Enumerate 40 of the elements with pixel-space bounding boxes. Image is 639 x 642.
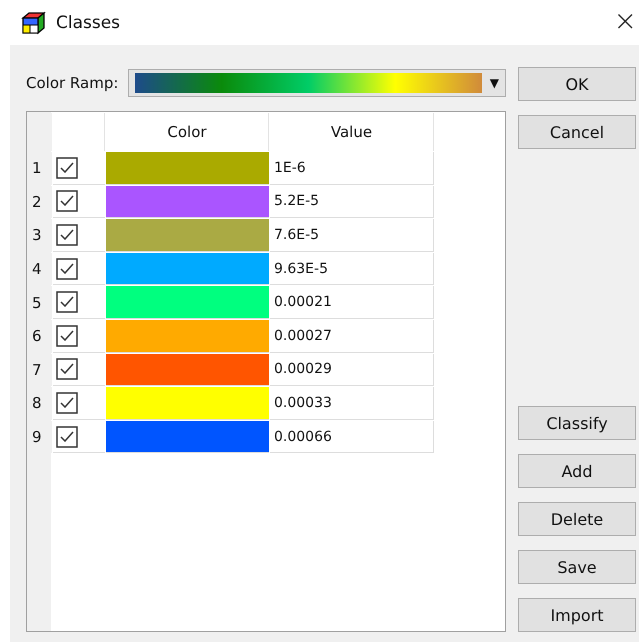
value-cell[interactable]: 5.2E-5 [270,186,434,218]
checkbox[interactable] [56,426,78,448]
window-title: Classes [56,12,120,32]
dialog-button[interactable]: Import [518,598,636,632]
checkbox[interactable] [56,392,78,414]
color-swatch[interactable] [106,186,269,218]
value-cell[interactable]: 0.00033 [270,387,434,420]
dialog-button[interactable]: Delete [518,502,636,536]
dialog-button[interactable]: OK [518,67,636,101]
color-ramp-label: Color Ramp: [26,74,118,92]
close-button[interactable]: × [614,4,639,41]
dialog-button[interactable]: Save [518,550,636,584]
color-ramp-dropdown[interactable]: ▼ [128,69,506,97]
color-swatch[interactable] [106,219,269,252]
checkbox[interactable] [56,156,78,179]
cube-icon [20,10,46,36]
value-cell[interactable]: 9.63E-5 [270,252,434,286]
checkbox[interactable] [56,324,78,347]
color-swatch[interactable] [106,387,269,420]
checkbox[interactable] [56,258,78,280]
value-cell[interactable]: 0.00021 [270,286,434,319]
dropdown-arrow: ▼ [490,76,499,90]
value-cell[interactable]: 0.00027 [270,320,434,353]
checkbox[interactable] [56,358,78,380]
checkbox[interactable] [56,291,78,314]
color-swatch[interactable] [106,286,269,319]
color-swatch[interactable] [106,252,269,286]
color-swatch[interactable] [106,152,269,185]
dialog-button[interactable]: Cancel [518,115,636,149]
color-swatch[interactable] [106,320,269,353]
value-cell[interactable]: 0.00029 [270,354,434,386]
dialog-button[interactable]: Classify [518,406,636,440]
dialog-button[interactable]: Add [518,454,636,488]
checkbox[interactable] [56,224,78,246]
color-swatch[interactable] [106,420,269,454]
checkbox[interactable] [56,190,78,212]
color-swatch[interactable] [106,354,269,386]
value-cell[interactable]: 0.00066 [270,420,434,454]
value-cell[interactable]: 7.6E-5 [270,219,434,252]
value-cell[interactable]: 1E-6 [270,152,434,185]
